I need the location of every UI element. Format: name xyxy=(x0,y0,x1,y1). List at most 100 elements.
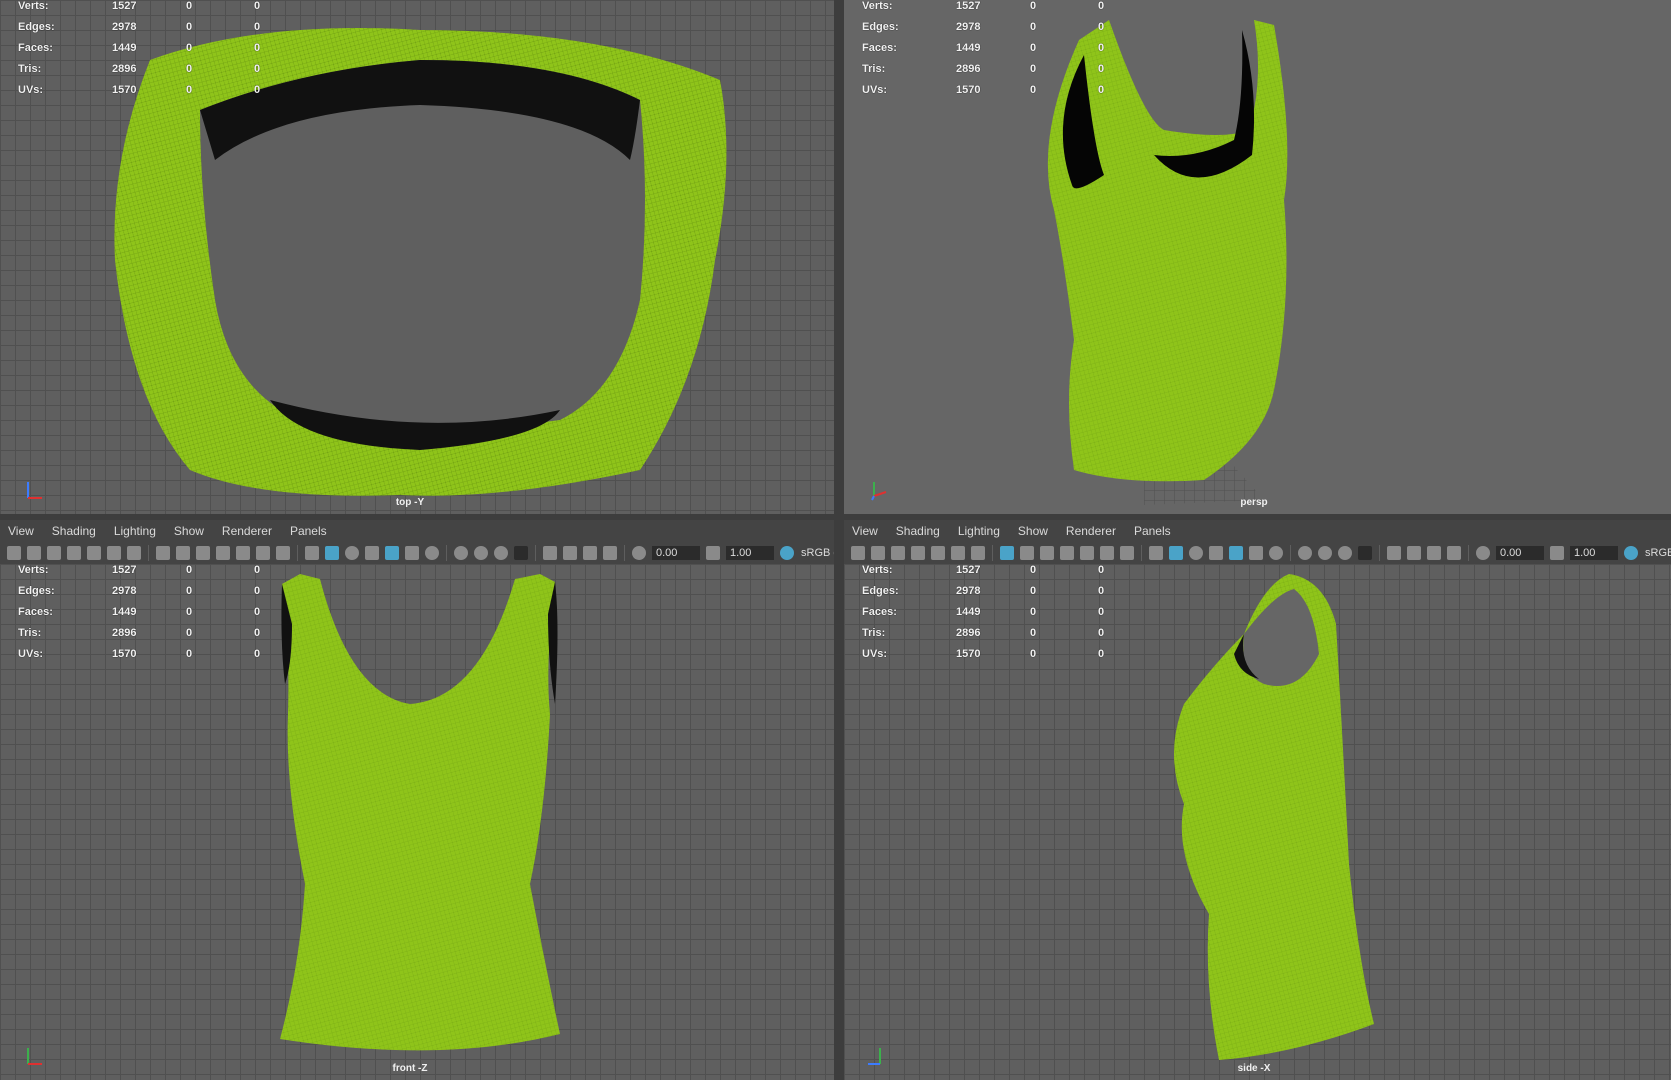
gamma-field[interactable]: 1.00 xyxy=(1570,546,1618,560)
xray-joints-icon[interactable] xyxy=(603,546,617,560)
grease-pencil-icon[interactable] xyxy=(127,546,141,560)
lights-icon[interactable] xyxy=(405,546,419,560)
textured-icon[interactable] xyxy=(1229,546,1243,560)
menu-show[interactable]: Show xyxy=(1018,524,1048,538)
textured-icon[interactable] xyxy=(385,546,399,560)
panel-divider-horizontal[interactable] xyxy=(0,514,1671,520)
film-gate-icon[interactable] xyxy=(1020,546,1034,560)
depth-of-field-icon[interactable] xyxy=(514,546,528,560)
depth-of-field-icon[interactable] xyxy=(1358,546,1372,560)
wireframe-on-shaded-icon[interactable] xyxy=(1209,546,1223,560)
safe-title-icon[interactable] xyxy=(1120,546,1134,560)
2d-pan-zoom-icon[interactable] xyxy=(107,546,121,560)
bookmark-icon[interactable] xyxy=(911,546,925,560)
axis-gizmo-icon xyxy=(27,482,42,499)
stat-triangles: 0 xyxy=(254,627,261,639)
safe-action-icon[interactable] xyxy=(256,546,270,560)
menu-shading[interactable]: Shading xyxy=(52,524,96,538)
color-management-icon[interactable] xyxy=(780,546,794,560)
gamma-icon[interactable] xyxy=(1550,546,1564,560)
menu-renderer[interactable]: Renderer xyxy=(1066,524,1116,538)
motion-blur-icon[interactable] xyxy=(474,546,488,560)
viewport-persp[interactable]: Verts: 1527 0 0 Edges: 2978 0 0 Faces: 1449 0 0 Tris… xyxy=(844,0,1671,514)
smooth-shade-icon[interactable] xyxy=(325,546,339,560)
gamma-icon[interactable] xyxy=(706,546,720,560)
hud-row: UVs: 1570 0 0 xyxy=(862,648,1118,669)
gate-mask-icon[interactable] xyxy=(216,546,230,560)
stat-label: Verts: xyxy=(18,564,49,576)
shadows-icon[interactable] xyxy=(1269,546,1283,560)
xray-icon[interactable] xyxy=(563,546,577,560)
default-material-icon[interactable] xyxy=(1189,546,1203,560)
view-transform-label[interactable]: sRGB g xyxy=(801,547,838,559)
field-chart-icon[interactable] xyxy=(1080,546,1094,560)
wireframe-icon[interactable] xyxy=(305,546,319,560)
exposure-field[interactable]: 0.00 xyxy=(1496,546,1544,560)
screen-space-ao-icon[interactable] xyxy=(1298,546,1312,560)
anti-aliasing-icon[interactable] xyxy=(1338,546,1352,560)
menu-panels[interactable]: Panels xyxy=(290,524,327,538)
toolbar-divider xyxy=(297,545,298,561)
snapshot-icon[interactable] xyxy=(891,546,905,560)
2d-pan-zoom-icon[interactable] xyxy=(951,546,965,560)
color-management-icon[interactable] xyxy=(1624,546,1638,560)
image-plane-icon[interactable] xyxy=(87,546,101,560)
xray-active-components-icon[interactable] xyxy=(1427,546,1441,560)
bookmark-icon[interactable] xyxy=(67,546,81,560)
xray-active-components-icon[interactable] xyxy=(583,546,597,560)
stat-label: Edges: xyxy=(18,585,55,597)
safe-title-icon[interactable] xyxy=(276,546,290,560)
xray-joints-icon[interactable] xyxy=(1447,546,1461,560)
field-chart-icon[interactable] xyxy=(236,546,250,560)
camera-icon[interactable] xyxy=(7,546,21,560)
gamma-field[interactable]: 1.00 xyxy=(726,546,774,560)
viewport-top[interactable]: Verts: 1527 0 0 Edges: 2978 0 0 Faces: 1449 0 0 Tris… xyxy=(0,0,834,514)
grid-icon[interactable] xyxy=(1000,546,1014,560)
menu-show[interactable]: Show xyxy=(174,524,204,538)
resolution-gate-icon[interactable] xyxy=(1040,546,1054,560)
view-transform-label[interactable]: sRGB xyxy=(1645,547,1671,559)
image-plane-icon[interactable] xyxy=(931,546,945,560)
menu-shading[interactable]: Shading xyxy=(896,524,940,538)
screen-space-ao-icon[interactable] xyxy=(454,546,468,560)
stat-label: Tris: xyxy=(862,627,886,639)
viewport-side[interactable]: Verts: 1527 0 0 Edges: 2978 0 0 Faces: 1449 0 0 Tris… xyxy=(844,564,1671,1080)
wireframe-on-shaded-icon[interactable] xyxy=(365,546,379,560)
xray-icon[interactable] xyxy=(1407,546,1421,560)
camera-attributes-icon[interactable] xyxy=(27,546,41,560)
camera-attributes-icon[interactable] xyxy=(871,546,885,560)
stat-value: 1570 xyxy=(956,84,981,96)
motion-blur-icon[interactable] xyxy=(1318,546,1332,560)
menu-view[interactable]: View xyxy=(8,524,34,538)
smooth-shade-icon[interactable] xyxy=(1169,546,1183,560)
gate-mask-icon[interactable] xyxy=(1060,546,1074,560)
exposure-icon[interactable] xyxy=(632,546,646,560)
menu-lighting[interactable]: Lighting xyxy=(114,524,156,538)
stat-value: 2896 xyxy=(112,63,137,75)
menu-lighting[interactable]: Lighting xyxy=(958,524,1000,538)
menu-panels[interactable]: Panels xyxy=(1134,524,1171,538)
shadows-icon[interactable] xyxy=(425,546,439,560)
anti-aliasing-icon[interactable] xyxy=(494,546,508,560)
isolate-select-icon[interactable] xyxy=(543,546,557,560)
grid-icon[interactable] xyxy=(156,546,170,560)
menu-renderer[interactable]: Renderer xyxy=(222,524,272,538)
viewport-front[interactable]: Verts: 1527 0 0 Edges: 2978 0 0 Faces: 1449 0 0 Tris… xyxy=(0,564,834,1080)
menu-view[interactable]: View xyxy=(852,524,878,538)
safe-action-icon[interactable] xyxy=(1100,546,1114,560)
exposure-icon[interactable] xyxy=(1476,546,1490,560)
stat-selected: 0 xyxy=(186,627,193,639)
stat-triangles: 0 xyxy=(254,585,261,597)
film-gate-icon[interactable] xyxy=(176,546,190,560)
isolate-select-icon[interactable] xyxy=(1387,546,1401,560)
grease-pencil-icon[interactable] xyxy=(971,546,985,560)
stat-selected: 0 xyxy=(1030,627,1037,639)
default-material-icon[interactable] xyxy=(345,546,359,560)
resolution-gate-icon[interactable] xyxy=(196,546,210,560)
wireframe-icon[interactable] xyxy=(1149,546,1163,560)
camera-icon[interactable] xyxy=(851,546,865,560)
exposure-field[interactable]: 0.00 xyxy=(652,546,700,560)
snapshot-icon[interactable] xyxy=(47,546,61,560)
panel-divider-vertical[interactable] xyxy=(834,0,844,1080)
lights-icon[interactable] xyxy=(1249,546,1263,560)
